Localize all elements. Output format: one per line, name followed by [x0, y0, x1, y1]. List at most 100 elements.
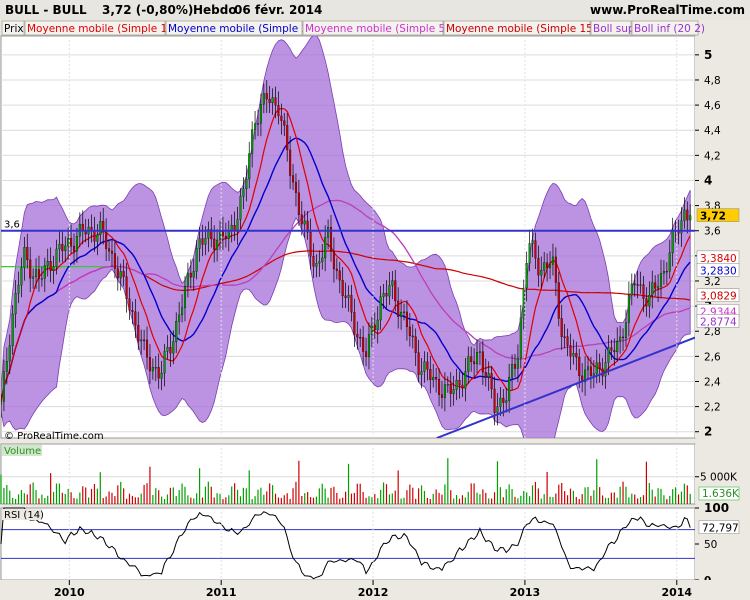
candle-body	[81, 223, 84, 231]
time-tick-label: 2011	[206, 586, 237, 599]
candle-body	[335, 268, 338, 271]
candle-body	[487, 373, 490, 378]
candle-body	[449, 384, 452, 394]
candle-body	[96, 234, 99, 242]
candle-body	[481, 351, 484, 373]
candle-body	[148, 357, 151, 372]
candle-body	[277, 105, 280, 117]
candle-body	[318, 261, 321, 264]
candle-body	[157, 367, 160, 379]
candle-body	[540, 270, 543, 276]
candle-body	[67, 238, 70, 247]
candle-body	[338, 270, 341, 281]
candle-body	[64, 245, 67, 252]
candle-body	[622, 336, 625, 339]
candle-body	[125, 276, 128, 300]
candle-body	[110, 250, 114, 254]
legend-row: Prix Moyenne mobile (Simple 10)Moyenne mo…	[0, 20, 750, 36]
candle-body	[566, 336, 569, 346]
candle-body	[327, 226, 330, 238]
candle-body	[128, 298, 131, 311]
candle-body	[265, 93, 268, 100]
candle-body	[607, 347, 610, 363]
candle-body	[534, 240, 537, 259]
candle-body	[17, 284, 20, 294]
candle-body	[116, 268, 119, 279]
candle-body	[172, 341, 175, 354]
candle-body	[376, 319, 379, 330]
price-tick-label: 4,4	[704, 125, 721, 137]
candle-body	[435, 376, 438, 380]
candle-body	[61, 244, 64, 252]
candle-body	[668, 252, 671, 272]
volume-axis: 5 000K 1.636K	[695, 444, 750, 504]
candle-body	[251, 129, 254, 154]
candle-body	[388, 285, 391, 297]
candle-body	[429, 369, 432, 381]
candle-body	[8, 345, 11, 362]
candle-body	[546, 262, 549, 269]
candle-body	[271, 97, 274, 104]
candle-body	[350, 295, 353, 313]
candle-body	[151, 367, 154, 372]
legend-item: Boll inf (20 2)	[634, 23, 705, 35]
candle-body	[75, 236, 78, 252]
candle-body	[356, 334, 359, 338]
candle-body	[297, 192, 300, 215]
candle-body	[192, 271, 195, 278]
candle-body	[224, 235, 227, 239]
candle-body	[560, 318, 563, 337]
candle-body	[554, 256, 557, 283]
candle-body	[531, 240, 534, 244]
candle-body	[400, 311, 403, 317]
candle-body	[391, 280, 394, 286]
candle-body	[639, 284, 642, 286]
candle-body	[683, 209, 686, 221]
date-label: 06 févr. 2014	[234, 3, 322, 17]
candle-body	[286, 125, 289, 151]
candle-body	[365, 351, 368, 357]
candle-body	[496, 406, 499, 413]
price-tick-label: 5	[704, 48, 712, 62]
candle-body	[230, 225, 233, 231]
candle-body	[160, 372, 163, 379]
value-label: 3,2830	[700, 266, 737, 278]
candle-body	[195, 248, 198, 272]
candle-body	[508, 377, 511, 401]
candle-body	[321, 257, 324, 262]
candle-body	[189, 272, 192, 278]
candle-body	[119, 271, 122, 279]
candle-body	[37, 269, 40, 279]
candle-body	[58, 244, 61, 250]
candle-body	[446, 384, 449, 386]
candle-body	[417, 352, 420, 375]
price-tick-label: 2,2	[704, 402, 721, 414]
candle-body	[367, 334, 370, 357]
candle-body	[373, 324, 376, 330]
candle-body	[324, 237, 327, 259]
candle-body	[20, 267, 23, 286]
candle-body	[654, 282, 657, 289]
candle-body	[140, 339, 143, 342]
candle-body	[569, 345, 572, 357]
rsi-title: RSI (14)	[4, 510, 44, 521]
candle-body	[347, 295, 350, 298]
candle-body	[586, 366, 590, 371]
legend-item: Moyenne mobile (Simple 20)	[168, 23, 319, 35]
candle-body	[426, 361, 429, 370]
candle-body	[183, 286, 187, 308]
candle-body	[46, 261, 49, 266]
rsi-tick-label: 50	[704, 539, 717, 551]
legend-item: Boll sup	[593, 23, 635, 35]
candle-body	[181, 307, 184, 316]
candle-body	[537, 258, 540, 276]
candle-body	[665, 270, 668, 273]
candle-body	[108, 248, 111, 252]
rsi-tick-label: 100	[704, 501, 729, 515]
candle-body	[511, 364, 514, 378]
candle-body	[411, 335, 414, 338]
candle-body	[598, 362, 601, 370]
candle-body	[592, 373, 595, 376]
price-tick-label: 3,6	[704, 226, 721, 238]
value-label: 3,72	[700, 211, 726, 223]
